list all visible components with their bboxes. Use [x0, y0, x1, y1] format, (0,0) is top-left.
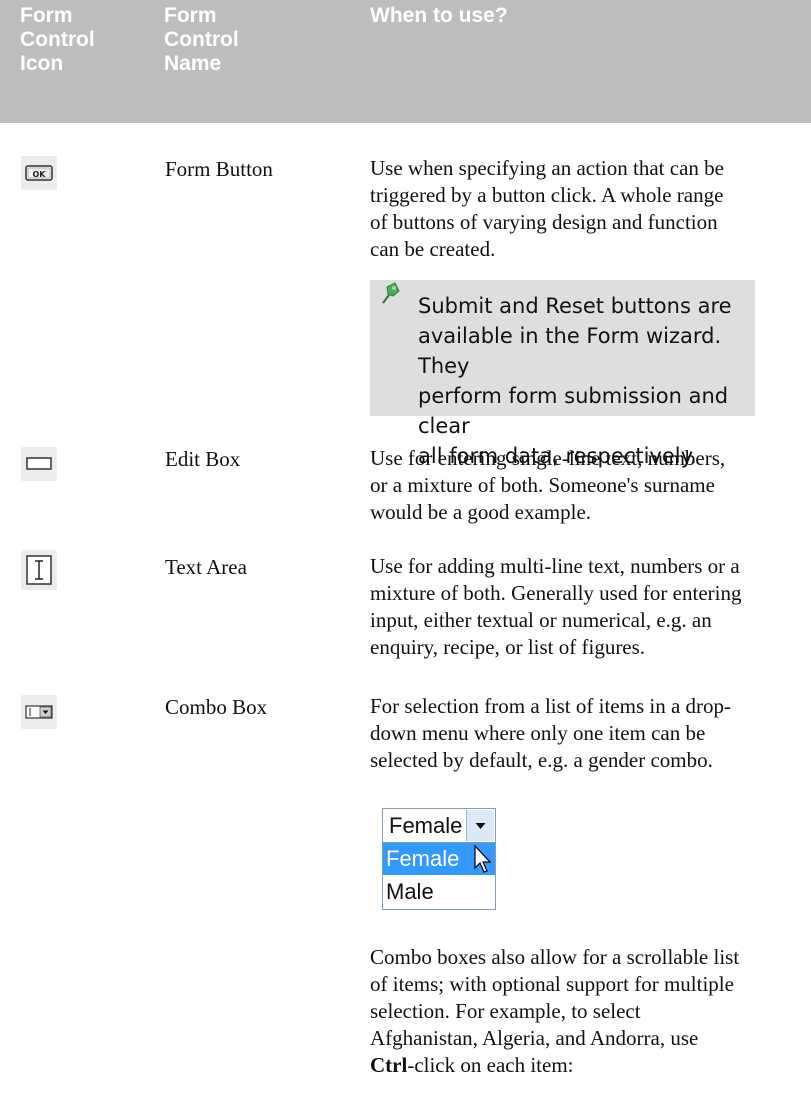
- mouse-cursor-icon: [474, 845, 492, 873]
- combo-followup-text: Combo boxes also allow for a scrollable …: [370, 944, 770, 1079]
- edit-box-icon: [21, 447, 57, 481]
- ctrl-key-label: Ctrl: [370, 1053, 408, 1077]
- control-description: For selection from a list of items in a …: [370, 694, 732, 772]
- control-name: Combo Box: [165, 695, 268, 719]
- tip-text: Submit and Reset buttons are available i…: [418, 294, 732, 468]
- chevron-down-icon: [475, 823, 486, 829]
- text-area-icon: [21, 550, 57, 590]
- control-name: Text Area: [165, 555, 247, 579]
- combo-box-icon: [21, 695, 57, 729]
- header-when-to-use: When to use?: [370, 4, 508, 27]
- combo-followup-last-line: Ctrl-click on each item:: [370, 1053, 574, 1077]
- combo-box-example: Female Female Male: [382, 808, 496, 910]
- dropdown-button[interactable]: [466, 810, 494, 841]
- svg-text:OK: OK: [33, 170, 47, 179]
- combo-selected-value: Female: [389, 813, 463, 838]
- table-header: Form Control Icon Form Control Name When…: [0, 0, 811, 123]
- header-form-control-icon: Form Control Icon: [20, 4, 95, 75]
- control-name: Form Button: [165, 157, 273, 181]
- pushpin-icon: [382, 282, 400, 304]
- ok-button-icon: OK: [21, 156, 57, 190]
- tip-note: Submit and Reset buttons are available i…: [370, 280, 755, 468]
- combo-field[interactable]: Female: [382, 808, 496, 843]
- header-form-control-name: Form Control Name: [164, 4, 239, 75]
- control-description: Use when specifying an action that can b…: [370, 156, 724, 261]
- control-description: Use for adding multi-line text, numbers …: [370, 554, 742, 659]
- control-description: Use for entering single-line text, numbe…: [370, 446, 726, 524]
- control-name: Edit Box: [165, 447, 241, 471]
- combo-option-male[interactable]: Male: [383, 876, 495, 908]
